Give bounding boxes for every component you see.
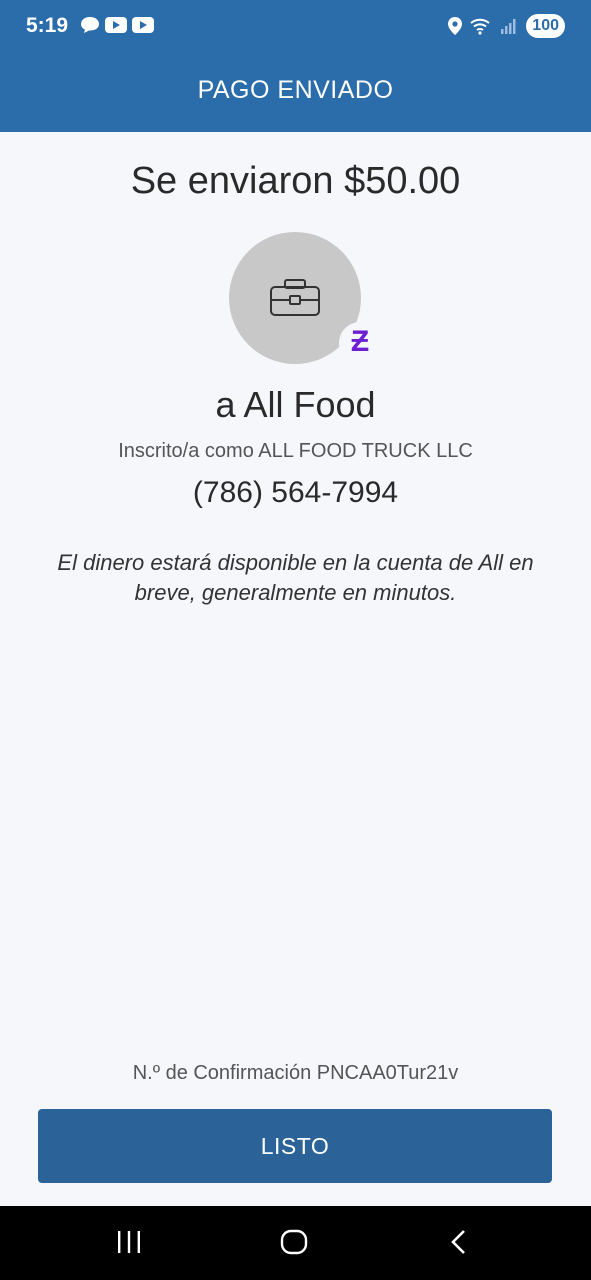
battery-indicator: 100 <box>526 14 565 38</box>
chat-icon <box>81 17 99 33</box>
status-bar: 5:19 100 <box>0 0 591 56</box>
youtube-icon <box>105 17 127 33</box>
recipient-phone: (786) 564-7994 <box>192 476 399 509</box>
zelle-badge: Ƶ <box>339 322 381 364</box>
wifi-icon <box>470 18 490 35</box>
done-button[interactable]: LISTO <box>38 1109 552 1183</box>
app-header: PAGO ENVIADO <box>0 56 591 132</box>
amount-sent-title: Se enviaron $50.00 <box>130 160 461 202</box>
notification-icons <box>80 16 154 34</box>
location-icon <box>448 17 463 35</box>
enrolled-as-text: Inscrito/a como ALL FOOD TRUCK LLC <box>118 440 473 462</box>
status-time: 5:19 <box>26 14 69 37</box>
signal-icon <box>501 19 516 34</box>
system-nav-bar <box>0 1206 591 1280</box>
page-title: PAGO ENVIADO <box>197 76 394 104</box>
home-icon[interactable] <box>280 1228 308 1256</box>
back-icon[interactable] <box>448 1228 468 1256</box>
availability-note: El dinero estará disponible en la cuenta… <box>57 550 534 605</box>
confirmation-number: N.º de Confirmación PNCAA0Tur21v <box>132 1062 459 1084</box>
youtube-icon <box>132 17 154 33</box>
recipient-name: a All Food <box>215 384 376 425</box>
zelle-icon: Ƶ <box>350 325 370 358</box>
system-icons: 100 <box>448 14 565 38</box>
recent-apps-icon[interactable] <box>116 1228 142 1256</box>
briefcase-icon <box>270 279 320 316</box>
